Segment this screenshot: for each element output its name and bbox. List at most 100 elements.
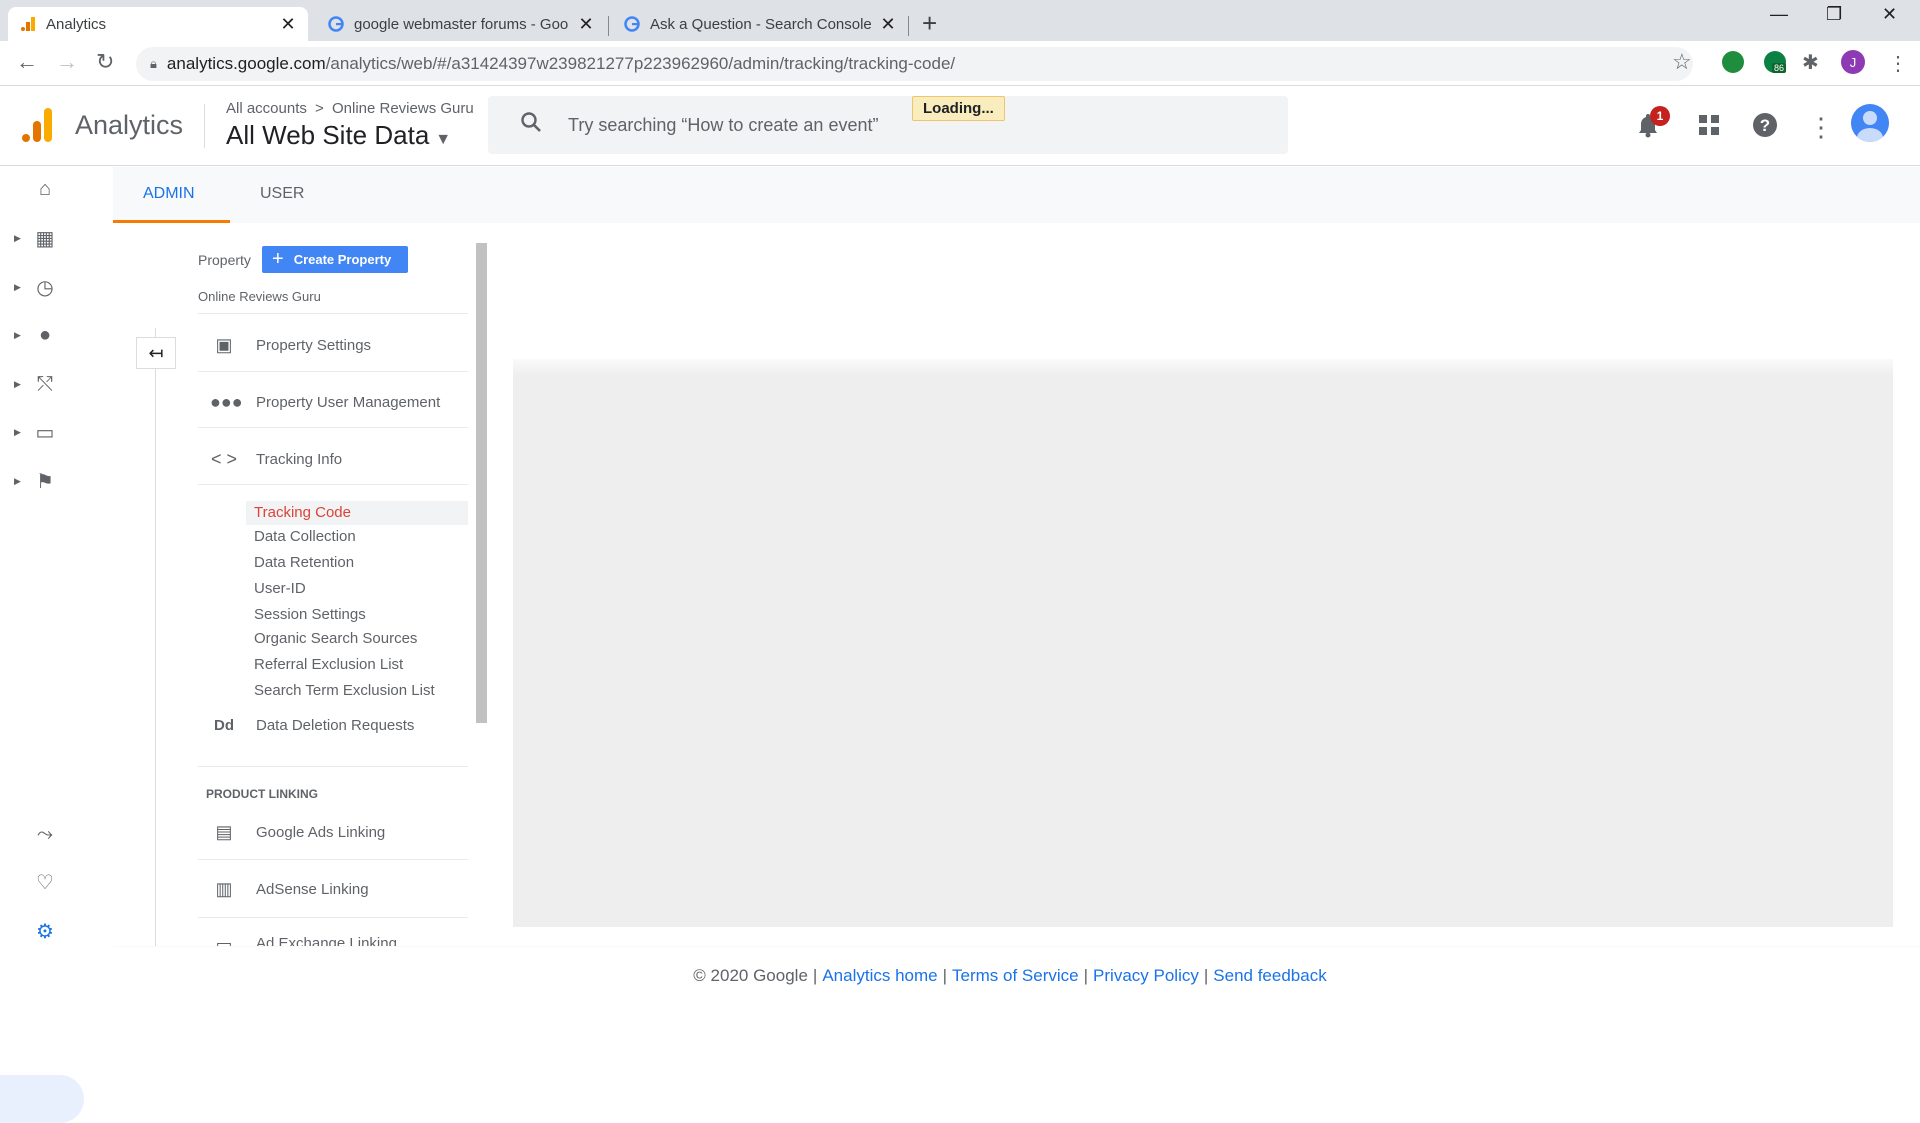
account-avatar[interactable] [1851,104,1889,142]
sub-item-session-settings[interactable]: Session Settings [254,606,366,623]
sub-item-data-collection[interactable]: Data Collection [254,528,356,545]
admin-content: ADMIN USER ↤ Property + Create Property … [113,167,1920,947]
footer-separator: | [1083,965,1089,985]
admin-tab-bar: ADMIN USER [113,167,1920,223]
restore-icon[interactable]: ❐ [1826,4,1842,25]
tab-separator [608,16,609,36]
divider [198,766,468,767]
rail-acquisition[interactable]: ▶ ⤲ [14,364,94,404]
browser-tab-webmaster-forums[interactable]: google webmaster forums - Goo ✕ [316,7,606,41]
collapse-back-button[interactable]: ↤ [136,337,176,369]
rail-discover[interactable]: ♡ [14,862,94,902]
create-property-button[interactable]: + Create Property [262,246,408,273]
expand-arrow-icon: ▶ [14,378,21,389]
loading-indicator: Loading... [912,96,1005,121]
rail-home[interactable]: ⌂ [14,169,94,209]
menu-item-label: Property Settings [256,337,372,354]
help-icon[interactable]: ? [1752,112,1778,145]
expand-arrow-icon: ▶ [14,426,21,437]
address-bar[interactable]: 🔒︎ analytics.google.com/analytics/web/#/… [136,47,1693,81]
profile-avatar[interactable]: J [1841,50,1865,74]
breadcrumb-all-accounts[interactable]: All accounts [226,100,307,117]
data-deletion-icon: Dd [214,717,234,734]
rail-behavior[interactable]: ▶ ▭ [14,412,94,452]
extensions-puzzle-icon[interactable]: ✱ [1802,50,1819,75]
breadcrumb-account[interactable]: Online Reviews Guru [332,100,474,117]
view-name: All Web Site Data [226,120,430,150]
bookmark-star-icon[interactable]: ☆ [1672,49,1692,75]
footer-link-terms[interactable]: Terms of Service [952,966,1079,986]
ad-exchange-icon: ▭ [215,935,233,946]
breadcrumb-separator: > [315,100,324,117]
close-tab-icon[interactable]: ✕ [578,14,594,35]
create-property-label: Create Property [293,252,392,267]
sub-item-referral-exclusion-list[interactable]: Referral Exclusion List [254,656,403,673]
extension-badge: 86 [1772,63,1787,73]
footer-link-feedback[interactable]: Send feedback [1213,966,1326,986]
forward-arrow-icon[interactable]: → [56,49,78,75]
window-close-icon[interactable]: ✕ [1882,4,1897,25]
rail-customization[interactable]: ▶ ▦ [14,218,94,258]
menu-item-ad-exchange-linking[interactable]: ▭ Ad Exchange Linking [210,935,396,946]
ads-linking-icon: ▤ [215,822,233,842]
close-tab-icon[interactable]: ✕ [880,14,896,35]
tab-admin[interactable]: ADMIN [143,185,195,203]
sub-item-search-term-exclusion-list[interactable]: Search Term Exclusion List [254,682,435,699]
menu-item-property-user-management[interactable]: ●●● Property User Management [210,392,440,413]
menu-item-google-ads-linking[interactable]: ▤ Google Ads Linking [210,822,385,843]
browser-menu-icon[interactable]: ⋮ [1888,51,1908,76]
rail-attribution[interactable]: ⤳ [14,814,94,854]
header-divider [204,104,205,148]
code-brackets-icon: < > [210,449,238,469]
minimize-icon[interactable]: — [1770,4,1788,25]
divider [198,917,468,918]
browser-tab-ask-question[interactable]: Ask a Question - Search Console ✕ [612,7,908,41]
search-placeholder: Try searching “How to create an event” [568,114,879,135]
browser-tab-title: google webmaster forums - Goo [354,15,569,33]
dropdown-caret-icon: ▼ [435,131,452,148]
divider [198,859,468,860]
rail-realtime[interactable]: ▶ ◷ [14,267,94,307]
sub-item-data-retention[interactable]: Data Retention [254,554,354,571]
menu-item-tracking-info[interactable]: < > Tracking Info [210,449,342,470]
breadcrumb[interactable]: All accounts > Online Reviews Guru [226,100,474,117]
notification-badge: 1 [1650,106,1670,126]
divider [198,427,468,428]
column-scrollbar[interactable] [476,243,487,723]
divider [198,371,468,372]
menu-item-data-deletion-requests[interactable]: Dd Data Deletion Requests [210,717,414,734]
extension-grammar-icon[interactable]: 86 [1764,51,1787,73]
expand-arrow-icon: ▶ [14,232,21,243]
more-options-icon[interactable]: ⋮ [1808,112,1834,143]
analytics-favicon-icon [21,17,35,31]
property-column: ↤ Property + Create Property Online Revi… [113,223,487,946]
menu-item-property-settings[interactable]: ▣ Property Settings [210,335,371,356]
flag-icon: ⚑ [36,470,54,493]
tab-user[interactable]: USER [260,185,304,203]
apps-grid-icon[interactable] [1698,112,1720,143]
sub-item-user-id[interactable]: User-ID [254,580,306,597]
rail-admin-selected [0,1075,84,1123]
menu-item-adsense-linking[interactable]: ▥ AdSense Linking [210,879,368,900]
property-name[interactable]: Online Reviews Guru [198,289,321,304]
divider [198,484,468,485]
sub-item-organic-search-sources[interactable]: Organic Search Sources [254,630,417,647]
footer-link-analytics-home[interactable]: Analytics home [822,966,937,986]
browser-tab-title: Analytics [46,15,107,33]
extension-green-icon[interactable] [1722,51,1744,73]
search-bar[interactable]: Try searching “How to create an event” [488,96,1288,154]
rail-conversions[interactable]: ▶ ⚑ [14,461,94,501]
google-favicon-icon [328,16,344,32]
rail-audience[interactable]: ▶ ● [14,315,94,355]
reload-icon[interactable]: ↻ [96,49,114,75]
rail-admin[interactable]: ⚙ [14,911,94,951]
search-icon [520,111,542,140]
footer-link-privacy[interactable]: Privacy Policy [1093,966,1199,986]
close-tab-icon[interactable]: ✕ [280,14,296,35]
browser-tab-analytics[interactable]: Analytics ✕ [8,7,308,41]
new-tab-icon[interactable]: + [922,8,937,39]
sub-item-tracking-code[interactable]: Tracking Code [254,504,351,521]
back-arrow-icon[interactable]: ← [16,49,38,75]
view-selector[interactable]: All Web Site Data ▼ [226,120,451,151]
home-icon: ⌂ [38,177,52,200]
